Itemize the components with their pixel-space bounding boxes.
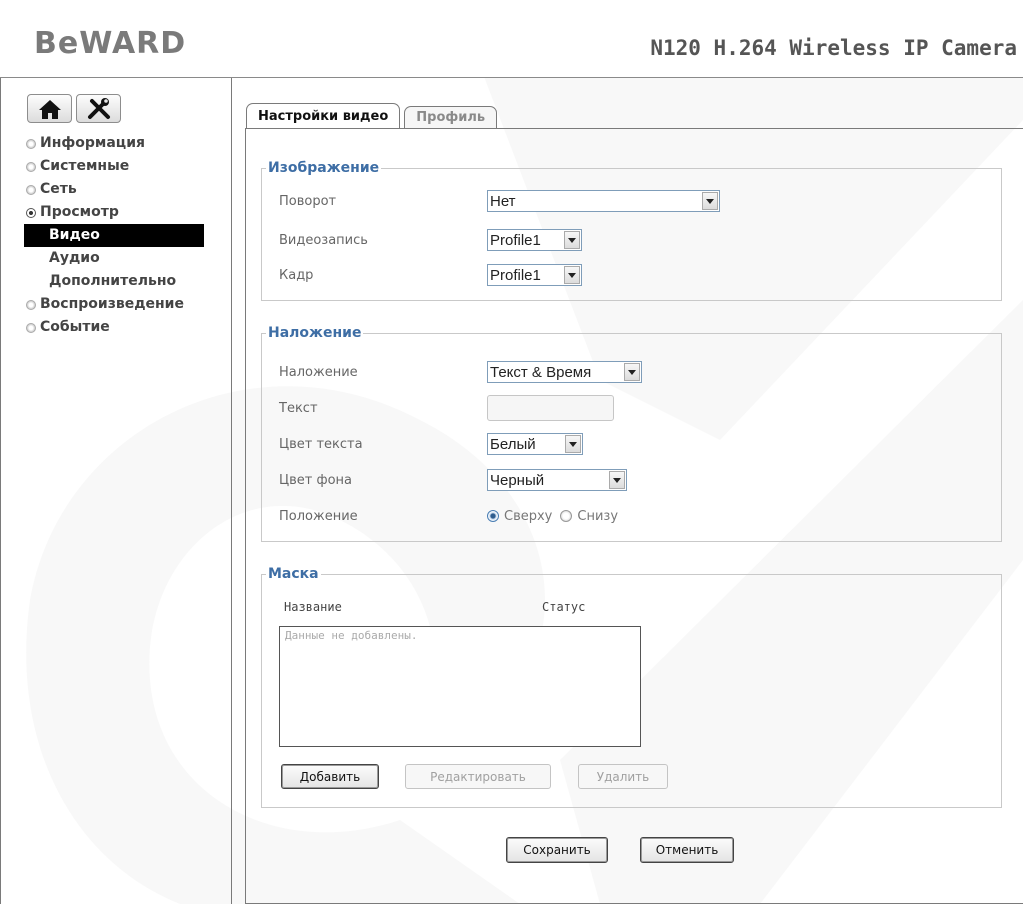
row-bg-color: Цвет фона Черный [279,468,627,492]
sidebar-item-system[interactable]: Системные [26,155,204,178]
select-value: Нет [490,192,516,210]
field-label: Цвет фона [279,472,352,488]
brand-logo: BeWARD [34,26,187,61]
row-overlay: Наложение Текст & Время [279,360,642,384]
row-text: Текст [279,395,614,421]
group-title: Маска [268,566,319,582]
header: BeWARD N120 H.264 Wireless IP Camera [0,0,1023,78]
frame-select[interactable]: Profile1 [487,264,582,286]
bullet-icon [26,161,36,172]
sidebar-item-view[interactable]: Просмотр [26,201,204,224]
sidebar-subitem-video[interactable]: Видео [24,224,204,247]
tools-icon [87,97,110,119]
home-button[interactable] [27,94,72,123]
dropdown-arrow-icon [564,266,580,284]
sidebar-item-label: Просмотр [40,204,119,220]
bullet-icon [26,138,36,149]
bg-color-select[interactable]: Черный [487,469,627,491]
settings-button[interactable] [76,94,121,123]
sidebar-item-label: Событие [40,319,110,335]
delete-button[interactable]: Удалить [578,764,668,789]
product-title: N120 H.264 Wireless IP Camera [650,36,1017,60]
sidebar-item-label: Сеть [40,181,77,197]
cancel-button[interactable]: Отменить [640,837,734,863]
sidebar-item-label: Информация [40,135,145,151]
sidebar-item-playback[interactable]: Воспроизведение [26,293,204,316]
select-value: Черный [490,471,545,489]
dropdown-arrow-icon [609,471,625,489]
group-title: Наложение [268,325,362,341]
sidebar-item-event[interactable]: Событие [26,316,204,339]
text-input[interactable] [487,395,614,421]
select-value: Белый [490,435,536,453]
select-value: Текст & Время [490,363,592,381]
field-label: Поворот [279,193,337,209]
sidebar-nav: Информация Системные Сеть Просмотр Видео… [0,132,204,339]
dropdown-arrow-icon [624,363,640,381]
recording-select[interactable]: Profile1 [487,229,582,251]
overlay-select[interactable]: Текст & Время [487,361,642,383]
radio-bottom[interactable] [560,510,573,522]
field-label: Цвет текста [279,436,363,452]
sidebar-item-label: Воспроизведение [40,296,184,312]
bullet-icon [26,184,36,195]
tab-video-settings[interactable]: Настройки видео [246,103,401,129]
radio-bottom-label: Снизу [577,508,619,524]
sidebar-subitem-advanced[interactable]: Дополнительно [24,270,204,293]
overlay-group: Наложение Наложение Текст & Время Текст … [261,325,1002,542]
sidebar-item-network[interactable]: Сеть [26,178,204,201]
sidebar-subitem-audio[interactable]: Аудио [24,247,204,270]
field-label: Положение [279,508,358,524]
sidebar: Информация Системные Сеть Просмотр Видео… [0,78,232,904]
sidebar-item-info[interactable]: Информация [26,132,204,155]
edit-button[interactable]: Редактировать [405,764,551,789]
bullet-icon [26,299,36,310]
top-buttons [27,94,121,123]
sidebar-item-label: Системные [40,158,130,174]
column-name-header: Название [284,600,342,614]
field-label: Видеозапись [279,232,368,248]
field-label: Кадр [279,267,314,283]
text-color-select[interactable]: Белый [487,433,583,455]
rotation-select[interactable]: Нет [487,190,720,212]
bullet-icon [26,322,36,333]
column-status-header: Статус [542,600,586,614]
field-label: Текст [279,400,318,416]
dropdown-arrow-icon [565,435,581,453]
group-title: Изображение [268,160,380,176]
add-button[interactable]: Добавить [281,764,379,789]
row-text-color: Цвет текста Белый [279,432,583,456]
row-rotation: Поворот Нет [279,189,720,213]
select-value: Profile1 [490,231,541,249]
row-frame: Кадр Profile1 [279,263,582,287]
radio-top-label: Сверху [504,508,553,524]
tab-profile[interactable]: Профиль [404,106,498,129]
image-group: Изображение Поворот Нет Видеозапись Prof… [261,160,1002,301]
empty-list-text: Данные не добавлены. [285,629,418,642]
mask-list[interactable]: Данные не добавлены. [279,626,641,747]
bullet-selected-icon [26,207,36,218]
mask-group: Маска Название Статус Данные не добавлен… [261,566,1002,808]
dropdown-arrow-icon [564,231,580,249]
row-recording: Видеозапись Profile1 [279,228,582,252]
select-value: Profile1 [490,266,541,284]
dropdown-arrow-icon [702,192,718,210]
field-label: Наложение [279,364,358,380]
home-icon [38,99,61,119]
tab-bar: Настройки видео Профиль [246,103,498,129]
save-button[interactable]: Сохранить [506,837,608,863]
row-position: Положение Сверху Снизу [279,504,626,528]
radio-top[interactable] [487,510,499,522]
